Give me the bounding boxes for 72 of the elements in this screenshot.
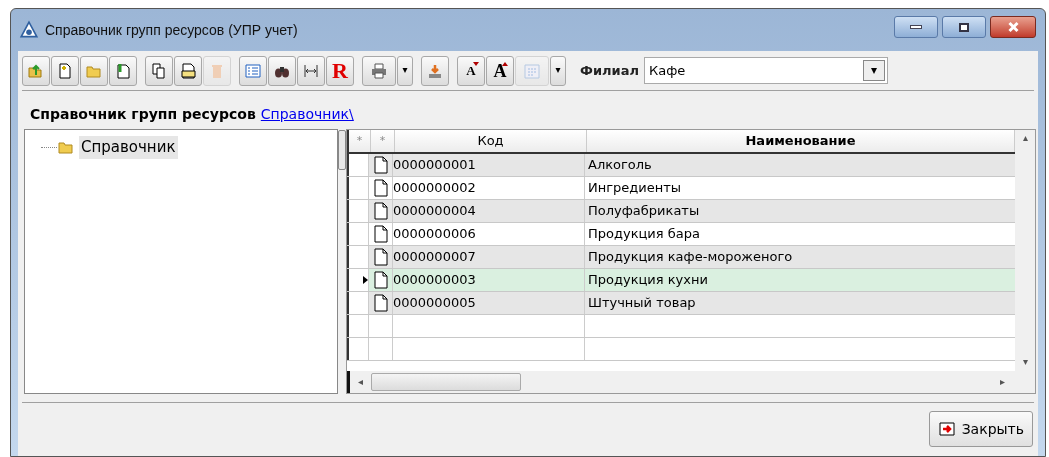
exit-icon (937, 420, 956, 438)
app-icon (19, 20, 39, 40)
table-cell-text: Штучный товар (588, 294, 696, 313)
document-icon (373, 179, 388, 197)
current-row-indicator (363, 276, 368, 284)
table-cell-text: 0000000007 (393, 248, 476, 267)
document-envelope-icon (179, 61, 197, 80)
close-icon (1006, 21, 1020, 33)
table-cell-text: 0000000006 (393, 225, 476, 244)
minimize-button[interactable] (894, 16, 938, 38)
breadcrumb-link[interactable]: Справочник\ (260, 103, 354, 125)
copy-icon (150, 61, 168, 80)
branch-dropdown[interactable]: Кафе (643, 57, 888, 84)
document-icon (373, 271, 388, 289)
toolbar-button[interactable] (268, 55, 296, 86)
close-dialog-button[interactable]: Закрыть (928, 411, 1033, 447)
table-row[interactable]: 0000000007 Продукция кафе-мороженого (347, 246, 1015, 269)
window-title: Справочник групп ресурсов (УПР учет) (45, 20, 298, 40)
dropdown-button[interactable] (397, 55, 413, 86)
vertical-scrollbar[interactable] (1015, 130, 1035, 371)
horizontal-scrollbar[interactable] (347, 371, 1035, 393)
document-icon (373, 156, 388, 174)
document-icon (373, 294, 388, 312)
document-icon (373, 225, 388, 243)
caret-down-icon (554, 68, 562, 73)
table-cell-text: Алкоголь (588, 156, 652, 175)
table-cell-text: Продукция кафе-мороженого (588, 248, 793, 267)
caret-down-icon (868, 67, 879, 74)
table-row[interactable]: 0000000006 Продукция бара (347, 223, 1015, 246)
close-button[interactable] (990, 16, 1036, 38)
branch-label: Филиал (580, 61, 639, 80)
table-cell-text: 0000000005 (393, 294, 476, 313)
table-cell-text: Продукция бара (588, 225, 700, 244)
table-row[interactable]: 0000000001 Алкоголь (347, 154, 1015, 177)
document-icon (373, 248, 388, 266)
scroll-up-icon (1020, 136, 1030, 141)
scroll-left-icon (358, 377, 363, 387)
scroll-thumb[interactable] (371, 373, 521, 391)
breadcrumb-title: Справочник групп ресурсов (30, 104, 256, 124)
caret-down-icon (401, 68, 409, 73)
document-icon (373, 202, 388, 220)
printer-icon (370, 61, 388, 80)
toolbar-button[interactable]: A (457, 55, 485, 86)
caret-up-icon (502, 61, 508, 66)
column-header[interactable]: Код (395, 130, 587, 152)
table-cell-text: Ингредиенты (588, 179, 682, 198)
table-row[interactable]: 0000000002 Ингредиенты (347, 177, 1015, 200)
tree-connector (41, 146, 57, 148)
dropdown-button[interactable] (550, 55, 566, 86)
table-cell-text: 0000000003 (393, 271, 476, 290)
toolbar-button[interactable] (174, 55, 202, 86)
scroll-right-icon (1000, 377, 1005, 387)
table-cell-text: Полуфабрикаты (588, 202, 700, 221)
caret-down-icon (473, 61, 479, 66)
maximize-button[interactable] (942, 16, 986, 38)
toolbar-button[interactable]: A (486, 55, 514, 86)
table-cell-text: Продукция кухни (588, 271, 708, 290)
scroll-down-icon (1020, 360, 1030, 365)
calendar-icon (523, 61, 541, 80)
tree-item[interactable]: Справочник (79, 136, 178, 159)
branch-value: Кафе (648, 61, 687, 80)
table-cell-text: 0000000004 (393, 202, 476, 221)
table-cell-text: 0000000001 (393, 156, 476, 175)
toolbar-button[interactable]: R (326, 55, 354, 86)
new-document-icon (56, 61, 74, 80)
splitter[interactable] (338, 130, 346, 170)
table-row[interactable]: 0000000004 Полуфабрикаты (347, 200, 1015, 223)
table-cell-text: 0000000002 (393, 179, 476, 198)
table-row[interactable]: 0000000005 Штучный товар (347, 292, 1015, 315)
list-icon (244, 61, 262, 80)
edit-document-icon (114, 61, 132, 80)
table-row[interactable]: 0000000003 Продукция кухни (347, 269, 1015, 292)
